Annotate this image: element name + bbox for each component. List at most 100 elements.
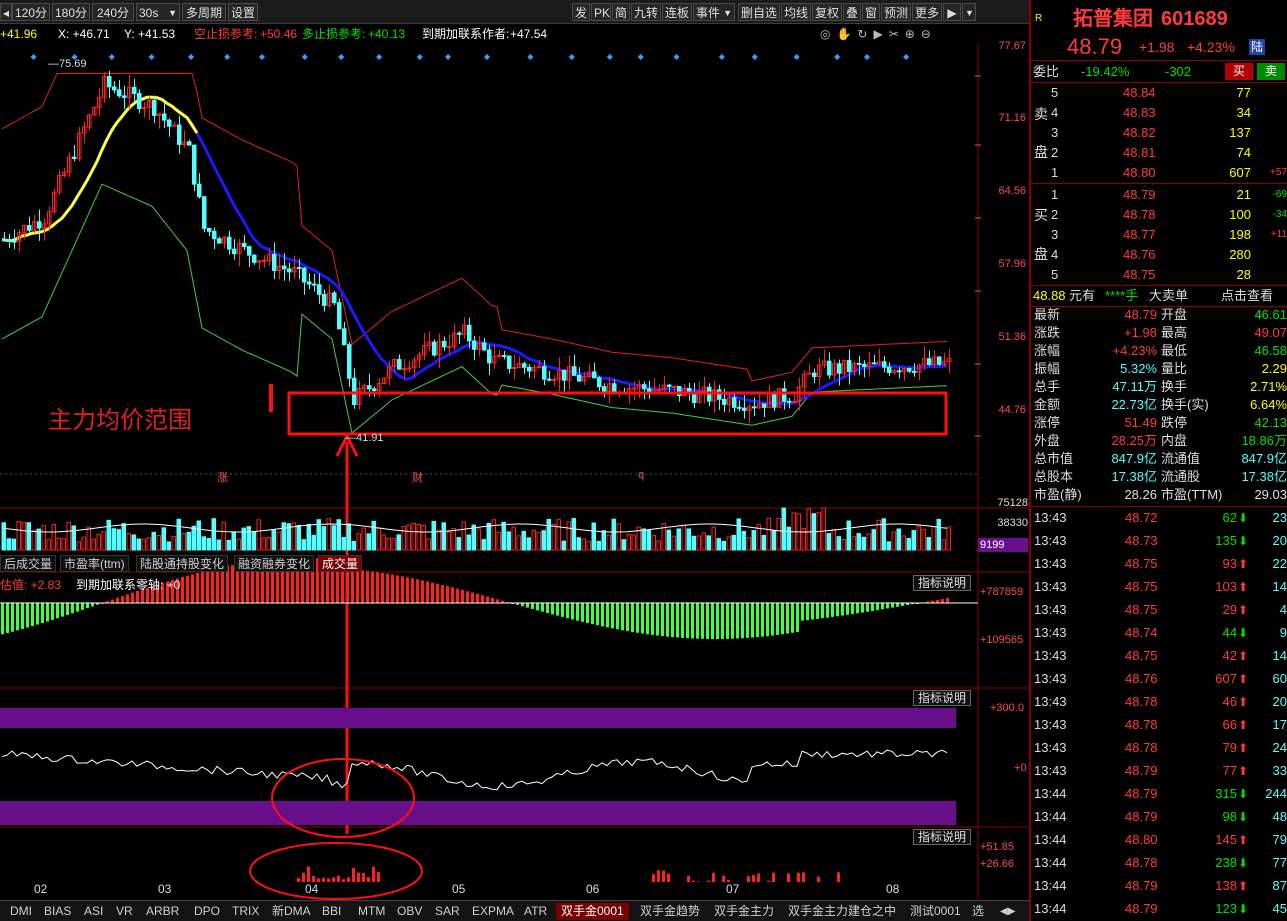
remove-watchlist-button[interactable]: 删自选	[738, 3, 780, 21]
quote-value: 5.32%	[1120, 361, 1157, 376]
window-button[interactable]: 窗	[862, 3, 880, 21]
tab-arbr[interactable]: ARBR	[146, 903, 179, 920]
toolbar-fa-button[interactable]: 发	[572, 3, 590, 21]
chart-tool-icons[interactable]: ◎✋↻▶✂⊕⊖	[820, 24, 937, 44]
sell-button[interactable]: 卖	[1257, 63, 1285, 80]
period-30s-dropdown[interactable]: 30s ▼	[136, 3, 180, 21]
event-mark[interactable]: q	[638, 469, 644, 481]
macd-bar	[71, 603, 74, 614]
quote-stats: 最新 48.79 开盘 46.61 涨跌 +1.98 最高 49.07 涨幅 +4.23% 最低 46…	[1031, 306, 1287, 506]
period-120m-button[interactable]: 120分	[12, 3, 50, 21]
tick-row: 13:43 48.78 66 ⬆ 17	[1031, 714, 1287, 736]
expand-icon[interactable]: ▶	[943, 3, 961, 21]
buy-order-row[interactable]: 2 48.78 100 -34	[1031, 205, 1287, 224]
tab-shuangshoujin-0001[interactable]: 双手金0001	[556, 903, 629, 920]
ma-button[interactable]: 均线	[781, 3, 811, 21]
tab-sar[interactable]: SAR	[435, 903, 460, 920]
tab-shuangshoujin-build[interactable]: 双手金主力建仓之中	[788, 903, 896, 920]
subtab-pe-ttm[interactable]: 市盈率(ttm)	[60, 555, 129, 572]
scroll-left-icon[interactable]: ◂	[0, 3, 12, 21]
event-mark[interactable]: 涨	[217, 469, 228, 485]
volume-bar	[611, 518, 616, 551]
buy-order-row[interactable]: 4 48.76 280	[1031, 245, 1287, 264]
volume-bar	[606, 534, 611, 551]
tab-asi[interactable]: ASI	[84, 903, 103, 920]
candle-body	[177, 124, 182, 145]
tab-expma[interactable]: EXPMA	[472, 903, 514, 920]
tick-price: 48.79	[1125, 786, 1158, 801]
candle-body	[337, 302, 342, 330]
forecast-button[interactable]: 预测	[881, 3, 911, 21]
tab-test-0001[interactable]: 测试0001	[910, 903, 961, 920]
long-stop-label: 多止损参考:	[302, 27, 366, 41]
tab-scroll-icons[interactable]: ◀▶	[1000, 903, 1015, 920]
tab-shuangshoujin-main[interactable]: 双手金主力	[714, 903, 774, 920]
toolbar-jian-button[interactable]: 简	[612, 3, 630, 21]
toolbar-lianban-button[interactable]: 连板	[662, 3, 692, 21]
subtab-margin[interactable]: 融资融券变化	[234, 555, 315, 572]
subtab-volume[interactable]: 成交量	[318, 555, 363, 572]
indicator-explain-button[interactable]: 指标说明	[913, 575, 972, 591]
level-number: 1	[1051, 187, 1059, 202]
signal-diamond	[903, 54, 910, 60]
buy-button[interactable]: 买	[1225, 63, 1253, 80]
tick-count: 9	[1279, 625, 1287, 640]
indicator-explain-button[interactable]: 指标说明	[913, 690, 972, 706]
sell-order-row[interactable]: 1 48.80 607 +57	[1031, 163, 1287, 182]
toolbar-events-dropdown[interactable]: 事件 ▼	[693, 3, 735, 21]
moving-average-up-segment	[1, 95, 199, 243]
tab-obv[interactable]: OBV	[397, 903, 422, 920]
sell-order-row[interactable]: 4 48.83 34	[1031, 103, 1287, 122]
candle-body	[882, 361, 887, 368]
sell-order-row[interactable]: 3 48.82 137	[1031, 123, 1287, 142]
subtab-volume-after[interactable]: 后成交量	[0, 555, 57, 572]
toolbar-jiuzhuan-button[interactable]: 九转	[631, 3, 661, 21]
volume-bar	[421, 524, 426, 551]
tab-dmi[interactable]: DMI	[10, 903, 32, 920]
period-240m-button[interactable]: 240分	[92, 3, 134, 21]
tab-select[interactable]: 选	[972, 903, 984, 920]
more-button[interactable]: 更多	[912, 3, 942, 21]
period-180m-button[interactable]: 180分	[52, 3, 90, 21]
tab-mtm[interactable]: MTM	[358, 903, 385, 920]
order-change: +57	[1270, 167, 1287, 178]
toolbar-pk-button[interactable]: PK	[591, 3, 611, 21]
sell-order-row[interactable]: 5 48.84 77	[1031, 83, 1287, 102]
tab-shuangshoujin-trend[interactable]: 双手金趋势	[640, 903, 700, 920]
order-price: 48.83	[1123, 105, 1156, 120]
tab-atr[interactable]: ATR	[524, 903, 547, 920]
quote-value: 2.29	[1261, 361, 1287, 376]
buy-order-row[interactable]: 3 48.77 198 +11	[1031, 225, 1287, 244]
sell-order-book: 5 48.84 77 4 48.83 34 3 48.82 137 2 48.81 74 1 48.80 6…	[1031, 82, 1287, 182]
sell-order-row[interactable]: 2 48.81 74	[1031, 143, 1287, 162]
tab-vr[interactable]: VR	[116, 903, 133, 920]
quote-label: 开盘	[1161, 307, 1188, 322]
tab-dpo[interactable]: DPO	[194, 903, 220, 920]
toolbar-dropdown-icon[interactable]: ▼	[962, 3, 976, 21]
big-order-row[interactable]: 48.88 元有 ****手 大卖单 点击查看	[1031, 286, 1287, 305]
candle-body	[347, 344, 352, 379]
volume-bar	[846, 520, 851, 551]
click-view-link[interactable]: 点击查看	[1221, 286, 1273, 305]
tab-trix[interactable]: TRIX	[232, 903, 259, 920]
buy-order-row[interactable]: 1 48.79 21 -69	[1031, 185, 1287, 204]
candle-body	[467, 324, 472, 342]
multi-period-button[interactable]: 多周期	[182, 3, 226, 21]
tab-newdma[interactable]: 新DMA	[272, 903, 311, 920]
overlay-button[interactable]: 叠	[843, 3, 861, 21]
tab-bbi[interactable]: BBI	[322, 903, 341, 920]
event-mark[interactable]: 财	[412, 469, 423, 485]
settings-button[interactable]: 设置	[228, 3, 258, 21]
macd-bar	[811, 603, 814, 620]
buy-order-row[interactable]: 5 48.75 28	[1031, 265, 1287, 284]
indicator-explain-button[interactable]: 指标说明	[913, 829, 972, 845]
quote-label: 流通值	[1161, 451, 1201, 466]
order-volume: 28	[1236, 267, 1251, 282]
tick-list[interactable]: 13:43 48.72 62 ⬇ 23 13:43 48.73 135 ⬇ 20 13:43 48.7…	[1031, 506, 1287, 921]
order-volume: 198	[1229, 227, 1251, 242]
tab-bias[interactable]: BIAS	[44, 903, 71, 920]
adjust-button[interactable]: 复权	[812, 3, 842, 21]
kline-chart[interactable]	[0, 44, 1029, 900]
candle-body	[507, 355, 512, 369]
subtab-hk-holding[interactable]: 陆股通持股变化	[136, 555, 229, 572]
